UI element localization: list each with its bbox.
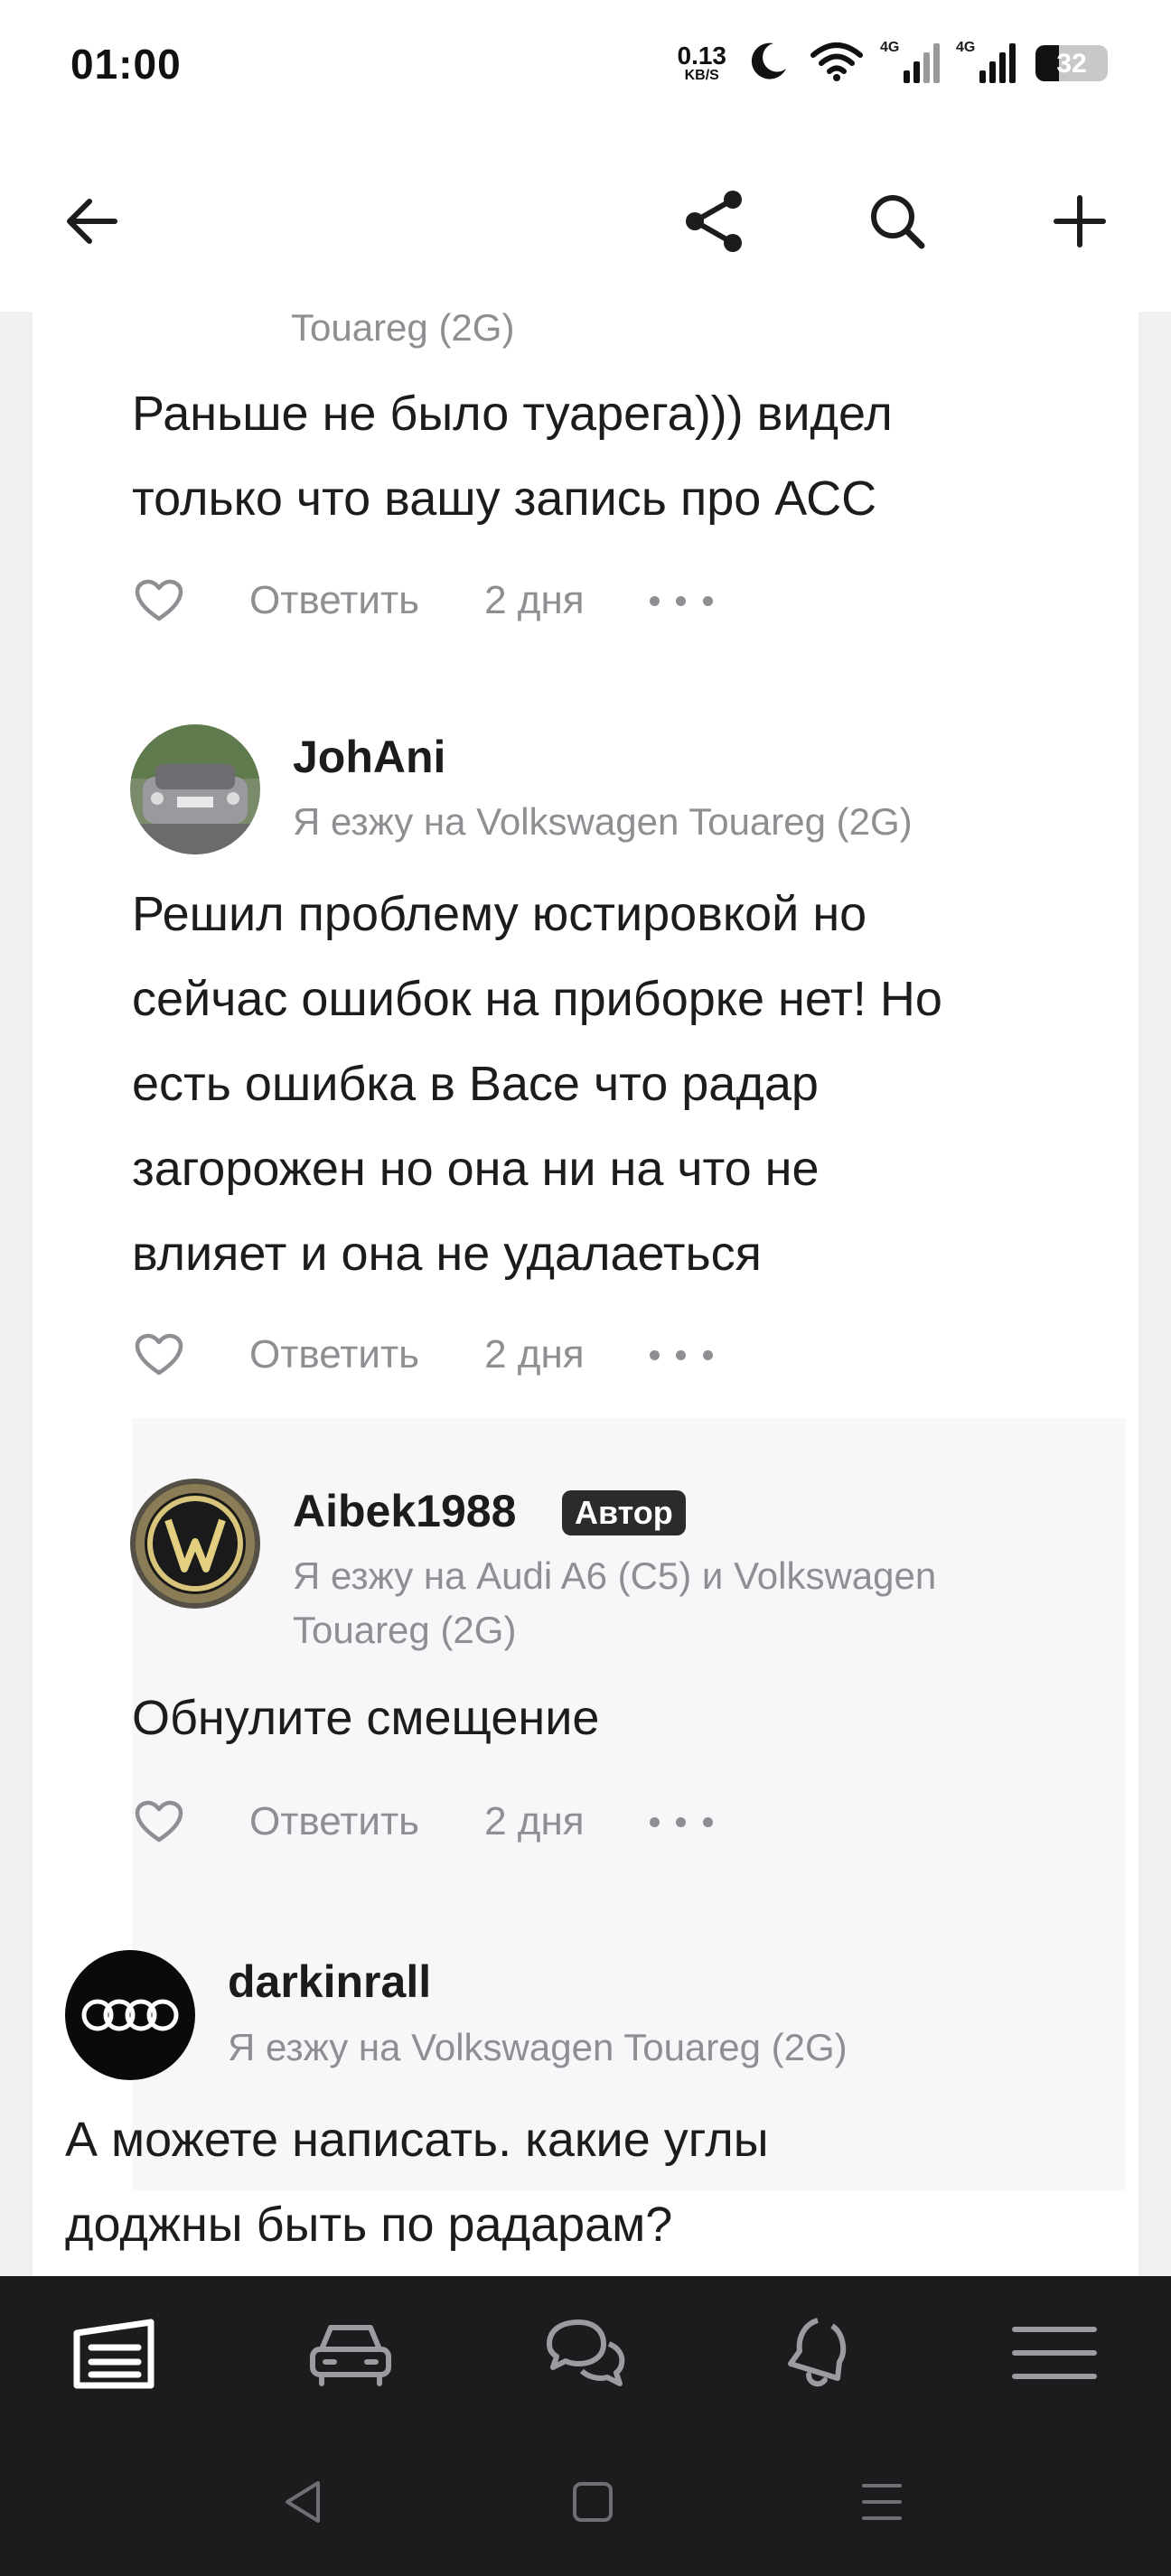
comment-user-car-line: Я езжу на Audi A6 (C5) и Volkswagen <box>293 1554 937 1597</box>
comment-actions: Ответить 2 дня <box>132 1795 713 1849</box>
reply-button[interactable]: Ответить <box>249 578 419 623</box>
comment-text-line: Обнулите смещение <box>132 1691 600 1745</box>
author-badge: Автор <box>562 1490 686 1535</box>
comment-time: 2 дня <box>484 578 585 622</box>
heart-icon <box>135 1333 183 1376</box>
system-home-button[interactable] <box>548 2470 638 2534</box>
bell-icon <box>788 2318 847 2387</box>
nav-notifications[interactable] <box>763 2303 880 2403</box>
signal-icon: 4G <box>880 40 940 83</box>
network-speed-value: 0.13 <box>677 42 727 70</box>
comment-time: 2 дня <box>484 1799 585 1843</box>
recents-icon <box>862 2484 902 2520</box>
comments-list: Touareg (2G) Раньше не было туарега))) в… <box>33 312 1138 2276</box>
car-icon <box>310 2325 391 2386</box>
comment-text-line: есть ошибка в Васе что радар <box>132 1057 819 1111</box>
battery-icon: 32 <box>1035 45 1108 81</box>
home-square-icon <box>573 2482 613 2522</box>
network-speed-unit: KB/S <box>684 68 719 83</box>
back-triangle-icon <box>286 2481 320 2523</box>
network-speed: 0.13 KB/S <box>678 43 727 83</box>
comment-actions: Ответить 2 дня <box>132 574 713 628</box>
garage-icon <box>73 2319 155 2389</box>
comment-user-car: Я езжу на Volkswagen Touareg (2G) <box>293 800 913 843</box>
comment-user-car: Я езжу на Audi A6 (C5) и Volkswagen Toua… <box>293 1549 936 1657</box>
comment-user-car-line: Touareg (2G) <box>293 1609 517 1651</box>
wifi-icon <box>810 41 864 87</box>
battery-level: 32 <box>1056 49 1087 79</box>
signal-icon: 4G <box>956 40 1016 83</box>
comment-text-line: Раньше не было туарега))) видел <box>132 387 893 441</box>
comment-text-line: только что вашу запись про АСС <box>132 471 877 526</box>
comment-text-line: А можете написать. какие углы <box>65 2113 769 2167</box>
comment-text-line: сейчас ошибок на приборке нет! Но <box>132 972 942 1026</box>
search-icon <box>871 195 925 249</box>
comment-text-line: влияет и она не удалаеться <box>132 1227 762 1281</box>
network-type-label: 4G <box>880 40 900 55</box>
more-options-button[interactable] <box>649 574 713 628</box>
moon-icon <box>746 40 790 88</box>
comment-meta-continuation: Touareg (2G) <box>291 312 515 349</box>
heart-icon <box>135 1800 183 1843</box>
comment-text: Раньше не было туарега))) видел только ч… <box>132 371 893 541</box>
share-button[interactable] <box>665 172 764 271</box>
reply-button[interactable]: Ответить <box>249 1799 419 1844</box>
comment-text-line: Решил проблему юстировкой но <box>132 887 867 941</box>
status-icons: 0.13 KB/S 4G 4G 32 <box>678 36 1108 90</box>
menu-icon <box>1012 2327 1097 2379</box>
back-arrow-icon <box>67 199 117 244</box>
comment-text-line: доджны быть по радарам? <box>65 2198 673 2252</box>
comment-username[interactable]: JohAni <box>293 731 445 783</box>
top-app-bar <box>0 135 1171 312</box>
comment-text: Решил проблему юстировкой но сейчас ошиб… <box>132 872 942 1296</box>
more-options-button[interactable] <box>649 1328 713 1382</box>
comment-user-car: Я езжу на Volkswagen Touareg (2G) <box>228 2026 848 2068</box>
nav-garage[interactable] <box>56 2303 173 2403</box>
comment-actions: Ответить 2 дня <box>132 1328 713 1382</box>
reply-button[interactable]: Ответить <box>249 1332 419 1377</box>
comment-text-line: загорожен но она ни на что не <box>132 1142 820 1196</box>
avatar[interactable] <box>130 724 260 854</box>
add-button[interactable] <box>1030 172 1129 271</box>
chat-icon <box>547 2319 625 2386</box>
avatar[interactable] <box>65 1950 195 2080</box>
network-type-label: 4G <box>956 40 976 55</box>
system-navigation-bar <box>0 2434 1171 2576</box>
like-button[interactable] <box>132 1328 186 1382</box>
plus-icon <box>1054 195 1106 247</box>
comment-username[interactable]: Aibek1988 <box>293 1485 516 1537</box>
back-button[interactable] <box>42 172 141 271</box>
bottom-navigation <box>0 2276 1171 2434</box>
comment-text: А можете написать. какие углы доджны быт… <box>65 2097 769 2267</box>
more-options-button[interactable] <box>649 1795 713 1849</box>
audi-rings-icon <box>65 1950 195 2080</box>
share-icon <box>686 191 742 252</box>
nav-menu[interactable] <box>996 2303 1113 2403</box>
nav-cars[interactable] <box>292 2303 409 2403</box>
status-bar: 01:00 0.13 KB/S 4G 4G 32 <box>0 0 1171 135</box>
avatar[interactable] <box>130 1479 260 1609</box>
heart-icon <box>135 579 183 621</box>
like-button[interactable] <box>132 574 186 628</box>
like-button[interactable] <box>132 1795 186 1849</box>
nav-messages[interactable] <box>527 2303 644 2403</box>
system-recents-button[interactable] <box>837 2470 927 2534</box>
search-button[interactable] <box>848 172 947 271</box>
status-time: 01:00 <box>70 41 182 88</box>
comment-time: 2 дня <box>484 1332 585 1377</box>
system-back-button[interactable] <box>258 2470 348 2534</box>
comment-username[interactable]: darkinrall <box>228 1955 431 2008</box>
comment-text: Обнулите смещение <box>132 1675 599 1760</box>
